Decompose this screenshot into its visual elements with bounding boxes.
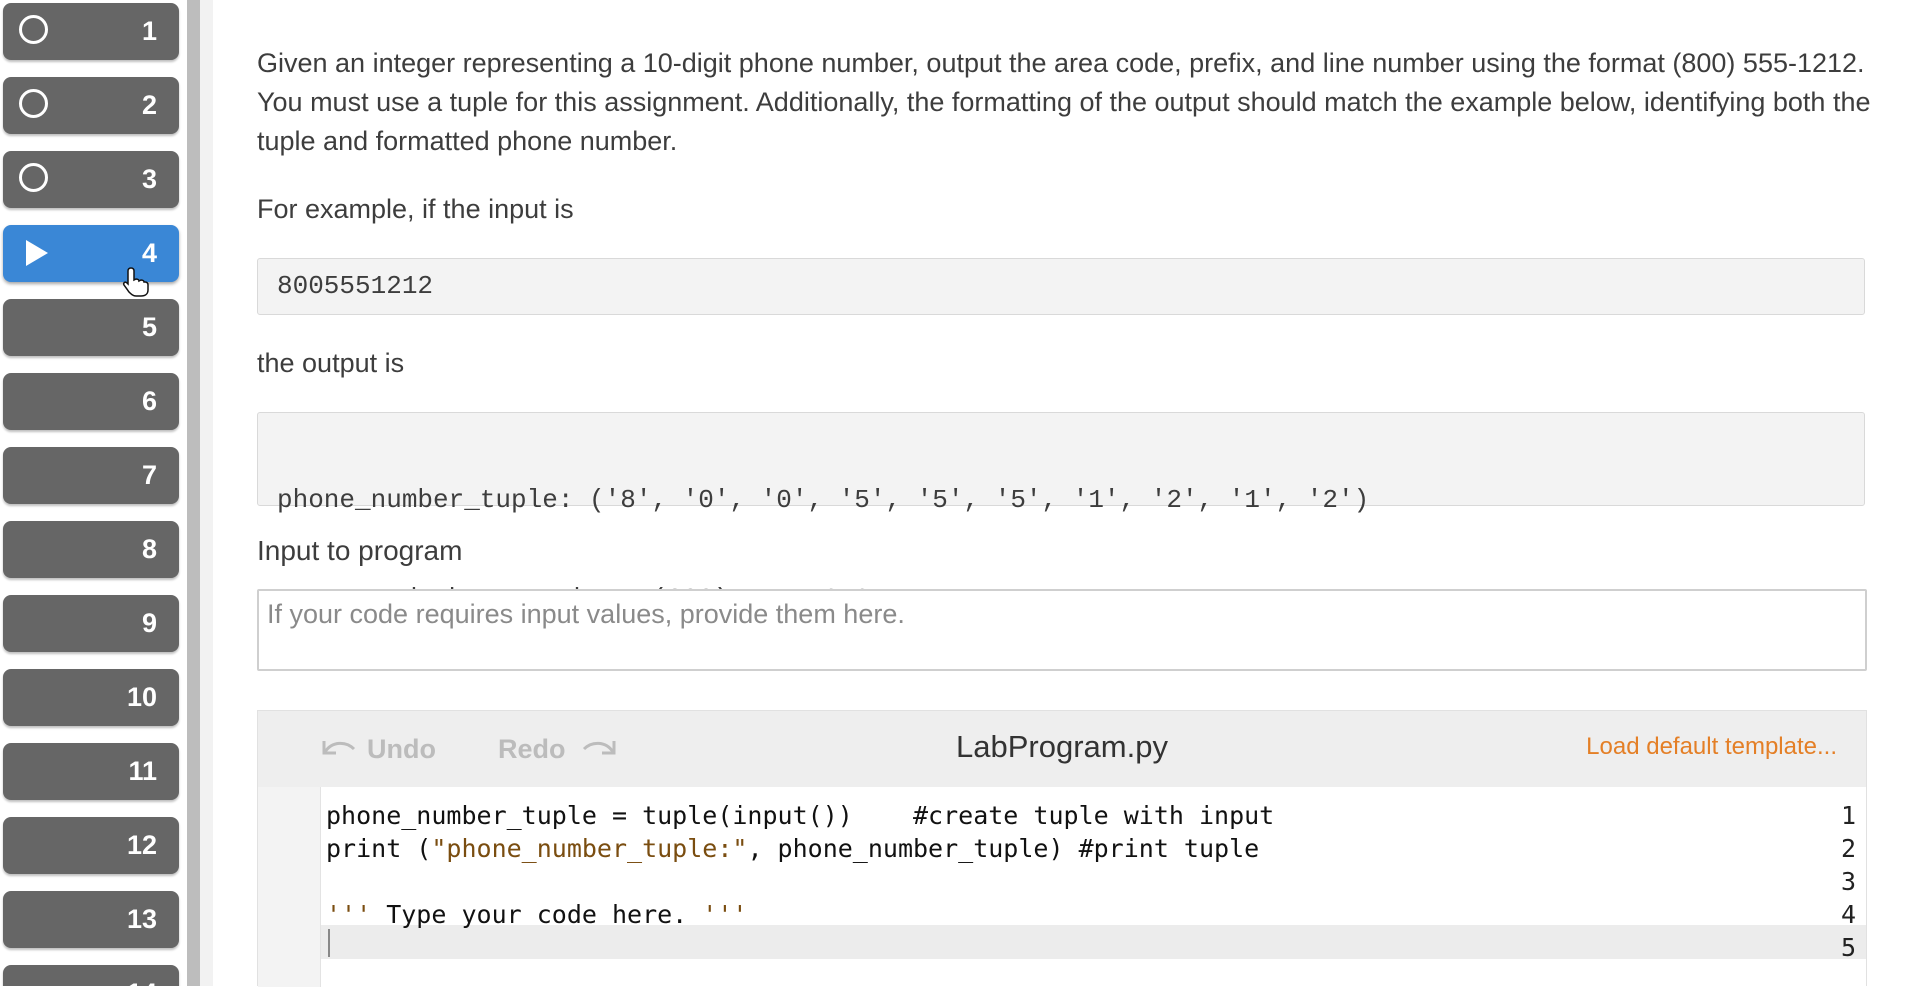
sidebar-item-10[interactable]: 10 bbox=[3, 669, 179, 726]
output-intro-text: the output is bbox=[257, 348, 405, 378]
sidebar-item-2[interactable]: 2 bbox=[3, 77, 179, 134]
sidebar-item-13[interactable]: 13 bbox=[3, 891, 179, 948]
circle-icon bbox=[19, 163, 48, 192]
lab-content: Given an integer representing a 10-digit… bbox=[213, 0, 1910, 987]
sidebar-item-4[interactable]: 4 bbox=[3, 225, 179, 282]
sidebar-item-label: 14 bbox=[127, 965, 157, 986]
circle-icon bbox=[19, 89, 48, 118]
sidebar-item-label: 12 bbox=[126, 830, 157, 860]
sidebar-item-label: 5 bbox=[141, 312, 157, 342]
line-number: 3 bbox=[1840, 867, 1856, 896]
sidebar-item-label: 7 bbox=[141, 460, 157, 490]
sidebar-item-12[interactable]: 12 bbox=[3, 817, 179, 874]
hand-cursor-icon bbox=[123, 267, 149, 297]
sidebar-item-label: 6 bbox=[141, 386, 157, 416]
sidebar-item-label: 1 bbox=[141, 16, 157, 46]
sidebar-item-label: 3 bbox=[141, 164, 157, 194]
sidebar-item-label: 13 bbox=[126, 904, 157, 934]
sidebar-item-14[interactable]: 14 bbox=[3, 965, 179, 986]
scrollbar-track bbox=[200, 0, 213, 986]
line-number: 4 bbox=[1840, 900, 1856, 929]
example-output-line-1: phone_number_tuple: ('8', '0', '0', '5',… bbox=[277, 485, 1370, 515]
sidebar-item-9[interactable]: 9 bbox=[3, 595, 179, 652]
code-editor: Undo Redo LabProgram.py Load default tem… bbox=[257, 710, 1867, 987]
sidebar-item-7[interactable]: 7 bbox=[3, 447, 179, 504]
example-input-box: 8005551212 bbox=[257, 258, 1865, 315]
line-number: 1 bbox=[1840, 801, 1856, 830]
example-intro-text: For example, if the input is bbox=[257, 194, 574, 224]
example-output-box: phone_number_tuple: ('8', '0', '0', '5',… bbox=[257, 412, 1865, 614]
code-area[interactable]: 1 2 3 4 5 phone_number_tuple = tuple(inp… bbox=[258, 787, 1866, 987]
sidebar-item-label: 10 bbox=[126, 682, 157, 712]
editor-toolbar: Undo Redo LabProgram.py Load default tem… bbox=[258, 711, 1866, 787]
sidebar-item-3[interactable]: 3 bbox=[3, 151, 179, 208]
example-input-text: 8005551212 bbox=[277, 271, 434, 301]
program-input-field[interactable] bbox=[257, 589, 1867, 671]
load-default-template-link[interactable]: Load default template... bbox=[1586, 733, 1837, 761]
sidebar-item-1[interactable]: 1 bbox=[3, 3, 179, 60]
circle-icon bbox=[19, 15, 48, 44]
code-line-1[interactable]: phone_number_tuple = tuple(input()) #cre… bbox=[326, 799, 1274, 833]
lab-navigation-sidebar: 1234567891011121314 bbox=[0, 0, 186, 986]
text-caret bbox=[328, 929, 330, 957]
sidebar-item-5[interactable]: 5 bbox=[3, 299, 179, 356]
line-number-gutter bbox=[258, 787, 321, 987]
sidebar-item-label: 11 bbox=[128, 756, 157, 786]
sidebar-item-6[interactable]: 6 bbox=[3, 373, 179, 430]
code-line-4[interactable]: ''' Type your code here. ''' bbox=[326, 898, 747, 932]
sidebar-item-label: 9 bbox=[141, 608, 157, 638]
instructions-paragraph: Given an integer representing a 10-digit… bbox=[257, 48, 1871, 156]
code-line-2[interactable]: print ("phone_number_tuple:", phone_numb… bbox=[326, 832, 1259, 866]
sidebar-scrollbar[interactable] bbox=[187, 0, 200, 986]
program-input-label: Input to program bbox=[257, 535, 463, 566]
sidebar-item-11[interactable]: 11 bbox=[3, 743, 179, 800]
sidebar-item-label: 8 bbox=[141, 534, 157, 564]
sidebar-item-label: 2 bbox=[141, 90, 157, 120]
sidebar-item-8[interactable]: 8 bbox=[3, 521, 179, 578]
play-icon bbox=[26, 240, 48, 266]
line-number: 5 bbox=[1840, 933, 1856, 962]
line-number: 2 bbox=[1840, 834, 1856, 863]
